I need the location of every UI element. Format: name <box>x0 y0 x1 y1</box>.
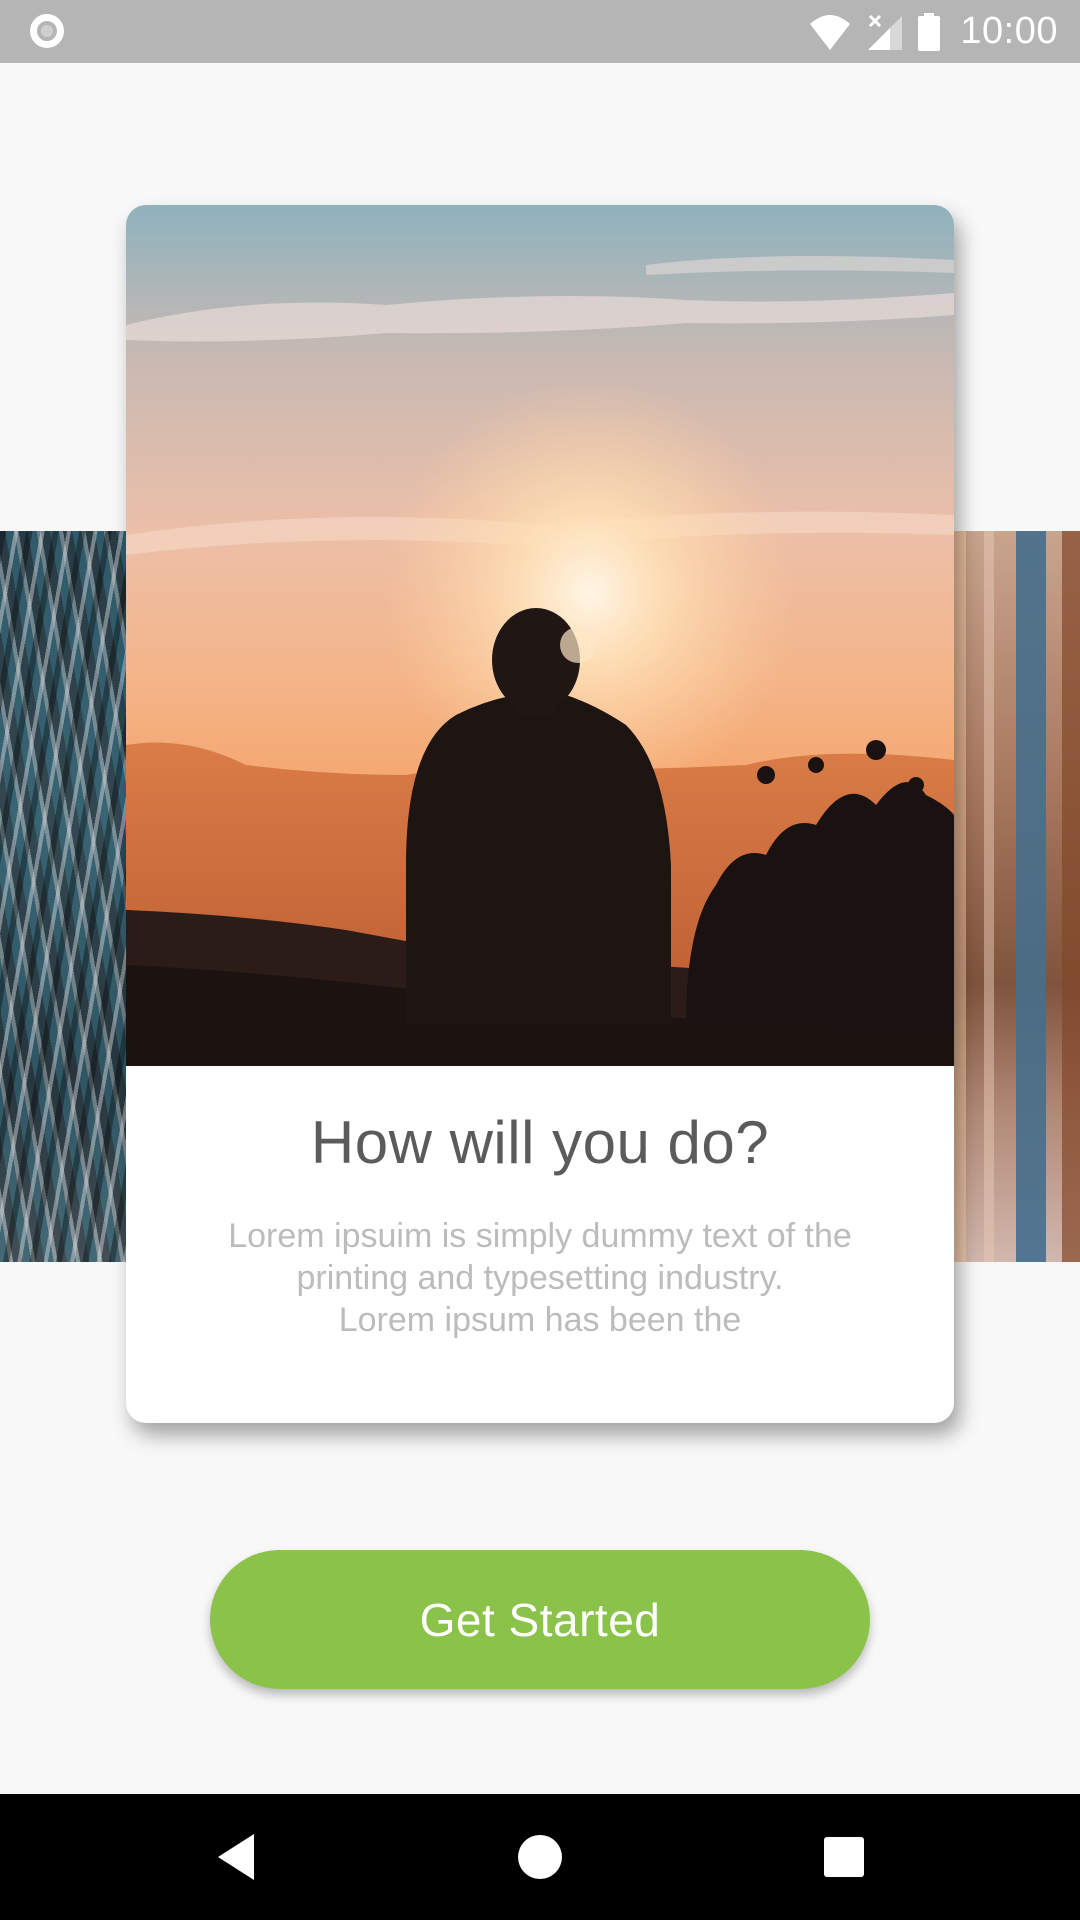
status-clock: 10:00 <box>960 10 1058 52</box>
navigation-bar <box>0 1794 1080 1920</box>
notification-ring-icon <box>30 14 64 48</box>
card-description: Lorem ipsuim is simply dummy text of the… <box>0 1215 1080 1341</box>
sunset-person-photo <box>126 205 954 1066</box>
card-description-line: printing and typesetting industry. <box>296 1259 784 1297</box>
card-title: How will you do? <box>310 1109 770 1176</box>
card-description-line: Lorem ipsuim is simply dummy text of the <box>228 1217 852 1255</box>
recents-button[interactable] <box>784 1794 904 1920</box>
status-icons: 10:00 <box>808 0 1058 63</box>
card-description-line: Lorem ipsum has been the <box>338 1301 742 1339</box>
back-icon <box>218 1834 254 1880</box>
status-bar: 10:00 <box>0 0 1080 63</box>
onboarding-screen: 10:00 How will you do? Lorem ipsuim is s… <box>0 0 1080 1920</box>
wifi-icon <box>810 14 851 50</box>
get-started-button[interactable]: Get Started <box>210 1550 870 1689</box>
battery-icon <box>918 12 941 51</box>
home-button[interactable] <box>480 1794 600 1920</box>
recents-icon <box>824 1837 864 1877</box>
back-button[interactable] <box>176 1794 296 1920</box>
home-icon <box>518 1835 562 1879</box>
no-signal-icon <box>868 14 903 50</box>
